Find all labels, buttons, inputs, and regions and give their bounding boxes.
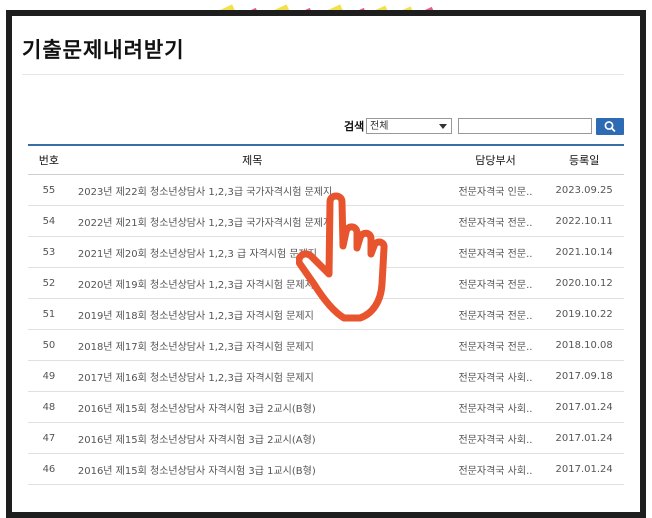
row-num: 52: [42, 277, 56, 289]
row-dept: 전문자격국 사회..: [458, 465, 533, 477]
search-label: 검색: [344, 120, 365, 133]
row-dept: 전문자격국 전문..: [458, 341, 533, 353]
search-icon: [604, 121, 616, 132]
chevron-down-icon: [439, 124, 447, 129]
page-title: 기출문제내려받기: [22, 38, 185, 62]
row-date: 2017.01.24: [555, 432, 613, 444]
search-button[interactable]: [596, 118, 624, 135]
row-dept: 전문자격국 전문..: [458, 310, 533, 322]
row-dept: 전문자격국 전문..: [458, 279, 533, 291]
row-num: 50: [42, 339, 56, 351]
row-date: 2017.01.24: [555, 463, 613, 475]
row-date: 2023.09.25: [555, 184, 613, 196]
row-num: 49: [42, 370, 56, 382]
table-row: 48 2016년 제15회 청소년상담사 자격시험 3급 2교시(B형) 전문자…: [28, 392, 624, 423]
table-row: 49 2017년 제16회 청소년상담사 1,2,3급 자격시험 문제지 전문자…: [28, 361, 624, 392]
header-date: 등록일: [568, 154, 600, 167]
row-date: 2020.10.12: [555, 277, 613, 289]
search-category-value: 전체: [370, 121, 389, 132]
search-input[interactable]: [458, 118, 592, 134]
row-num: 47: [42, 432, 56, 444]
row-date: 2022.10.11: [555, 215, 613, 227]
table-header: 번호 제목 담당부서 등록일: [28, 144, 624, 175]
pointing-hand-icon: [296, 192, 388, 322]
row-date: 2021.10.14: [555, 246, 613, 258]
row-date: 2018.10.08: [555, 339, 613, 351]
row-dept: 전문자격국 사회..: [458, 372, 533, 384]
title-divider: [22, 74, 624, 75]
table-row: 50 2018년 제17회 청소년상담사 1,2,3급 자격시험 문제지 전문자…: [28, 330, 624, 361]
search-category-select[interactable]: 전체: [366, 118, 452, 134]
row-num: 46: [42, 463, 56, 475]
row-title-link[interactable]: 2017년 제16회 청소년상담사 1,2,3급 자격시험 문제지: [70, 369, 435, 384]
table-row: 46 2016년 제15회 청소년상담사 자격시험 3급 1교시(B형) 전문자…: [28, 454, 624, 485]
row-title-link[interactable]: 2016년 제15회 청소년상담사 자격시험 3급 2교시(A형): [70, 431, 435, 446]
row-num: 53: [42, 246, 56, 258]
header-num: 번호: [38, 154, 60, 167]
header-title: 제목: [242, 154, 263, 167]
row-dept: 전문자격국 사회..: [458, 434, 533, 446]
row-title-link[interactable]: 2016년 제15회 청소년상담사 자격시험 3급 2교시(B형): [70, 400, 435, 415]
row-num: 55: [42, 184, 56, 196]
row-dept: 전문자격국 전문..: [458, 248, 533, 260]
row-title-link[interactable]: 2018년 제17회 청소년상담사 1,2,3급 자격시험 문제지: [70, 338, 435, 353]
row-title-link[interactable]: 2016년 제15회 청소년상담사 자격시험 3급 1교시(B형): [70, 462, 435, 477]
header-dept: 담당부서: [475, 154, 516, 167]
row-num: 51: [42, 308, 56, 320]
row-num: 48: [42, 401, 56, 413]
row-date: 2017.01.24: [555, 401, 613, 413]
row-dept: 전문자격국 전문..: [458, 217, 533, 229]
row-dept: 전문자격국 사회..: [458, 403, 533, 415]
table-row: 47 2016년 제15회 청소년상담사 자격시험 3급 2교시(A형) 전문자…: [28, 423, 624, 454]
row-date: 2017.09.18: [555, 370, 613, 382]
row-date: 2019.10.22: [555, 308, 613, 320]
row-dept: 전문자격국 인문..: [458, 186, 533, 198]
row-num: 54: [42, 215, 56, 227]
